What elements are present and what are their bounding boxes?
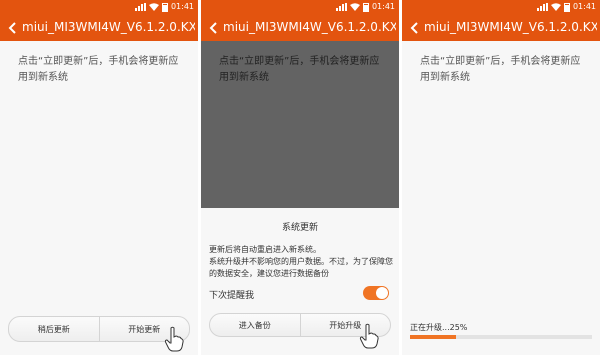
page-title: miui_MI3WMI4W_V6.1.2.0.KXDCNBJ. xyxy=(424,20,597,34)
tap-hand-icon xyxy=(164,326,184,352)
title-bar: miui_MI3WMI4W_V6.1.2.0.KXDCNBJ. xyxy=(402,14,600,41)
update-message: 点击“立即更新”后，手机会将更新应用到新系统 xyxy=(420,56,581,83)
dialog-body: 更新后将自动重启进入新系统。 系统升级并不影响您的用户数据。不过，为了保障您的数… xyxy=(209,245,393,278)
update-message: 点击“立即更新”后，手机会将更新应用到新系统 xyxy=(18,56,179,83)
progress-bar xyxy=(410,335,592,339)
signal-bars-icon xyxy=(536,3,548,11)
page-title: miui_MI3WMI4W_V6.1.2.0.KXDCNBJ. xyxy=(223,20,396,34)
progress-text: 正在升级...25% xyxy=(410,323,468,332)
status-bar: 01:41 xyxy=(402,0,600,14)
progress-fill xyxy=(410,335,456,339)
backup-button[interactable]: 进入备份 xyxy=(210,314,300,336)
chevron-left-icon[interactable] xyxy=(408,20,422,34)
tap-hand-icon xyxy=(359,323,379,349)
wifi-icon xyxy=(550,3,561,11)
action-bar: 稍后更新 开始更新 xyxy=(8,316,190,342)
screen-update-dialog: 01:41 miui_MI3WMI4W_V6.1.2.0.KXDCNBJ. 点击… xyxy=(201,0,399,355)
signal-bars-icon xyxy=(134,3,146,11)
title-bar: miui_MI3WMI4W_V6.1.2.0.KXDCNBJ. xyxy=(201,14,399,41)
status-bar: 01:41 xyxy=(0,0,198,14)
dim-overlay xyxy=(201,41,399,208)
remind-toggle[interactable] xyxy=(363,286,389,300)
update-later-button[interactable]: 稍后更新 xyxy=(9,317,99,341)
battery-icon xyxy=(563,2,570,12)
toggle-knob xyxy=(376,287,388,299)
clock: 01:41 xyxy=(371,2,395,11)
clock: 01:41 xyxy=(572,2,596,11)
status-bar: 01:41 xyxy=(201,0,399,14)
screen-update-prompt: 01:41 miui_MI3WMI4W_V6.1.2.0.KXDCNBJ. 点击… xyxy=(0,0,198,355)
chevron-left-icon[interactable] xyxy=(207,20,221,34)
battery-icon xyxy=(362,2,369,12)
wifi-icon xyxy=(148,3,159,11)
signal-bars-icon xyxy=(335,3,347,11)
wifi-icon xyxy=(349,3,360,11)
remind-row: 下次提醒我 xyxy=(209,286,391,302)
screen-update-progress: 01:41 miui_MI3WMI4W_V6.1.2.0.KXDCNBJ. 点击… xyxy=(402,0,600,355)
remind-label: 下次提醒我 xyxy=(209,291,255,301)
title-bar: miui_MI3WMI4W_V6.1.2.0.KXDCNBJ. xyxy=(0,14,198,41)
page-title: miui_MI3WMI4W_V6.1.2.0.KXDCNBJ. xyxy=(22,20,195,34)
battery-icon xyxy=(161,2,168,12)
dialog-title: 系统更新 xyxy=(281,223,318,233)
chevron-left-icon[interactable] xyxy=(6,20,20,34)
clock: 01:41 xyxy=(170,2,194,11)
